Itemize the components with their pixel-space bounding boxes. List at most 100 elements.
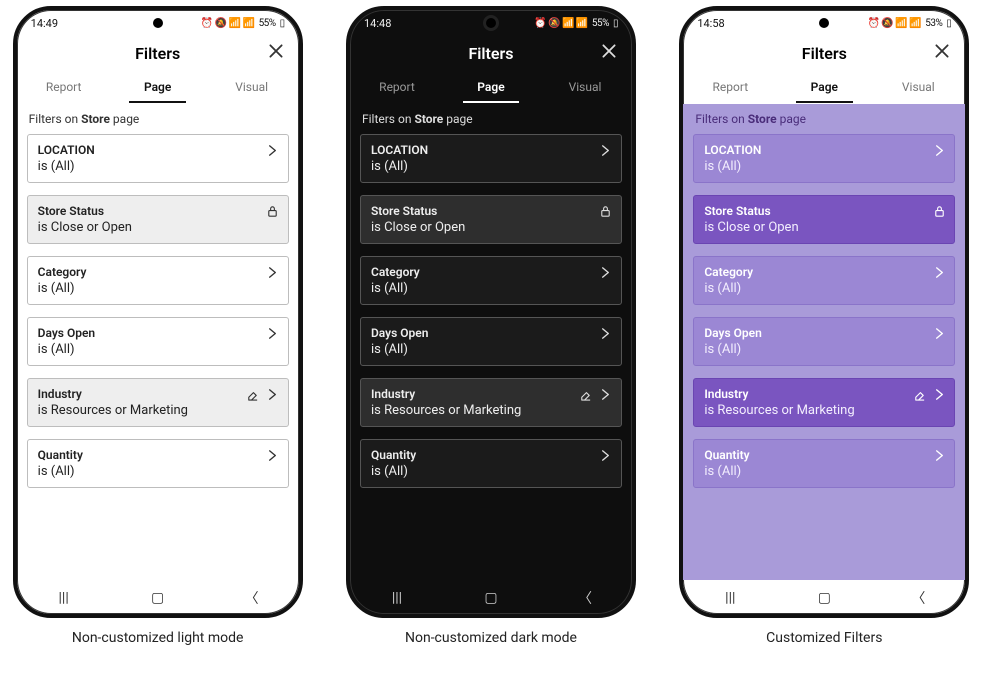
filter-value: is Close or Open	[371, 220, 611, 235]
filter-icons	[266, 204, 280, 218]
android-navbar: ||| ▢ 〈	[350, 582, 632, 614]
filter-icons	[932, 265, 946, 279]
nav-home-icon[interactable]: ▢	[810, 590, 838, 606]
filter-value: is (All)	[371, 342, 611, 357]
chevron-right-icon	[266, 448, 280, 462]
close-icon	[600, 42, 618, 60]
chevron-right-icon	[599, 326, 613, 340]
filter-card[interactable]: LOCATIONis (All)	[27, 134, 289, 183]
tab-report[interactable]: Report	[683, 70, 777, 103]
nav-home-icon[interactable]: ▢	[477, 590, 505, 606]
app-header: Filters	[350, 36, 632, 70]
page-title: Filters	[802, 44, 847, 63]
nav-home-icon[interactable]: ▢	[144, 590, 172, 606]
tabs: Report Page Visual	[683, 70, 965, 104]
close-icon	[933, 42, 951, 60]
filter-value: is Resources or Marketing	[38, 403, 278, 418]
filter-title: Category	[371, 265, 611, 279]
tab-page[interactable]: Page	[777, 70, 871, 103]
chevron-right-icon	[932, 326, 946, 340]
nav-recent-icon[interactable]: |||	[50, 590, 78, 606]
filter-value: is (All)	[371, 281, 611, 296]
chevron-right-icon	[266, 265, 280, 279]
filter-card[interactable]: Store Statusis Close or Open	[693, 195, 955, 244]
tab-page[interactable]: Page	[444, 70, 538, 103]
filter-card[interactable]: Store Status is Close or Open	[360, 195, 622, 244]
filter-value: is (All)	[704, 464, 944, 479]
nav-back-icon[interactable]: 〈	[571, 588, 599, 608]
battery-icon: ▯	[280, 18, 285, 29]
filter-title: Category	[38, 265, 278, 279]
status-indicators: ⏰ 🔕 📶 📶 55% ▯	[201, 18, 285, 29]
filter-card[interactable]: Categoryis (All)	[693, 256, 955, 305]
tab-visual[interactable]: Visual	[538, 70, 632, 103]
chevron-right-icon	[599, 448, 613, 462]
chevron-right-icon	[599, 265, 613, 279]
tab-report[interactable]: Report	[17, 70, 111, 103]
tabs: Report Page Visual	[350, 70, 632, 104]
filter-icons	[266, 326, 280, 340]
page-title: Filters	[468, 44, 513, 63]
filter-card[interactable]: Industryis Resources or Marketing	[360, 378, 622, 427]
chevron-right-icon	[266, 143, 280, 157]
filter-card[interactable]: Industryis Resources or Marketing	[693, 378, 955, 427]
tab-page[interactable]: Page	[111, 70, 205, 103]
filter-card[interactable]: Days Open is (All)	[693, 317, 955, 366]
filter-title: LOCATION	[371, 143, 611, 157]
filter-card[interactable]: Category is (All)	[360, 256, 622, 305]
filters-content: Filters on Store page LOCATIONis (All)St…	[350, 104, 632, 580]
tab-visual[interactable]: Visual	[871, 70, 965, 103]
nav-recent-icon[interactable]: |||	[383, 590, 411, 606]
filter-title: Days Open	[38, 326, 278, 340]
filter-card[interactable]: Days Openis (All)	[360, 317, 622, 366]
tab-visual[interactable]: Visual	[205, 70, 299, 103]
filter-card[interactable]: LOCATIONis (All)	[693, 134, 955, 183]
filter-icons	[599, 204, 613, 218]
filter-value: is Close or Open	[38, 220, 278, 235]
filter-title: Industry	[38, 387, 278, 401]
android-navbar: ||| ▢ 〈	[17, 582, 299, 614]
tab-report[interactable]: Report	[350, 70, 444, 103]
android-navbar: ||| ▢ 〈	[683, 582, 965, 614]
filter-card[interactable]: Quantityis (All)	[27, 439, 289, 488]
filter-card[interactable]: Quantityis (All)	[693, 439, 955, 488]
nav-back-icon[interactable]: 〈	[238, 588, 266, 608]
filter-icons	[266, 265, 280, 279]
chevron-right-icon	[932, 265, 946, 279]
filter-title: LOCATION	[38, 143, 278, 157]
chevron-right-icon	[932, 448, 946, 462]
section-title: Filters on Store page	[362, 112, 620, 126]
filter-title: Store Status	[371, 204, 611, 218]
filter-title: Days Open	[704, 326, 944, 340]
phone-light: 14:49 ⏰ 🔕 📶 📶 55% ▯ Filters Report Page …	[13, 6, 303, 618]
filter-icons	[932, 448, 946, 462]
filter-icons	[579, 387, 613, 401]
nav-back-icon[interactable]: 〈	[904, 588, 932, 608]
filter-card[interactable]: Industry is Resources or Marketing	[27, 378, 289, 427]
filter-title: Quantity	[371, 448, 611, 462]
close-button[interactable]	[600, 42, 620, 62]
app-header: Filters	[683, 36, 965, 70]
filter-icons	[599, 448, 613, 462]
eraser-icon	[579, 387, 593, 401]
filter-card[interactable]: Days Openis (All)	[27, 317, 289, 366]
close-button[interactable]	[267, 42, 287, 62]
status-time: 14:49	[31, 17, 58, 30]
filter-card[interactable]: Store Statusis Close or Open	[27, 195, 289, 244]
filter-icons	[266, 448, 280, 462]
close-button[interactable]	[933, 42, 953, 62]
nav-recent-icon[interactable]: |||	[716, 590, 744, 606]
tabs: Report Page Visual	[17, 70, 299, 104]
filter-icons	[932, 204, 946, 218]
battery-icon: ▯	[946, 18, 951, 29]
filter-icons	[599, 326, 613, 340]
filter-list: LOCATIONis (All)Store Statusis Close or …	[27, 134, 289, 488]
filter-card[interactable]: Categoryis (All)	[27, 256, 289, 305]
filter-card[interactable]: Quantityis (All)	[360, 439, 622, 488]
filter-card[interactable]: LOCATIONis (All)	[360, 134, 622, 183]
section-title: Filters on Store page	[29, 112, 287, 126]
filter-value: is (All)	[704, 342, 944, 357]
page-title: Filters	[135, 44, 180, 63]
filter-value: is (All)	[38, 464, 278, 479]
chevron-right-icon	[266, 326, 280, 340]
